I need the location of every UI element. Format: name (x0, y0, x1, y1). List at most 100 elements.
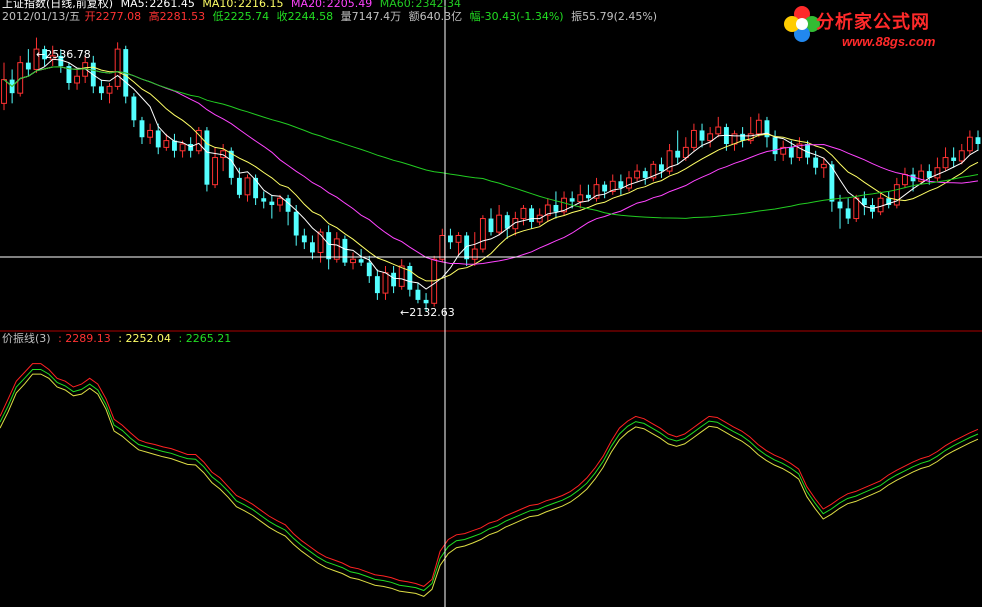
ma10-value: 2216.15 (238, 0, 284, 10)
candle-down (569, 198, 575, 202)
candle-up (966, 136, 973, 152)
candle-down (139, 120, 145, 138)
watermark-logo: 分析家公式网 www.88gs.com (782, 2, 980, 52)
candle-up (520, 207, 527, 220)
candle-down (699, 130, 705, 141)
candle-down (642, 171, 648, 178)
candle-up (626, 177, 632, 189)
candle-up (820, 163, 827, 169)
logo-url: www.88gs.com (842, 34, 936, 49)
candle-down (447, 235, 453, 243)
bar-date: 2012/01/13/五 (2, 10, 81, 23)
candle-down (837, 201, 843, 209)
candle-down (188, 144, 194, 151)
low-label: 低 (212, 10, 224, 23)
candle-up (707, 133, 714, 142)
candle-up (74, 75, 80, 84)
candle-up (471, 248, 478, 260)
candle-up (496, 214, 503, 233)
candle-down (415, 289, 421, 300)
candle-up (690, 129, 697, 148)
header-info-line: 2012/01/13/五 开2277.08 高2281.53 低2225.74 … (2, 11, 661, 23)
candle-down (659, 164, 664, 172)
ma60-label: MA60: (379, 0, 415, 10)
period-label: (日线,前复权) (46, 0, 114, 10)
candle-up (147, 129, 154, 138)
candle-up (439, 235, 446, 260)
candle-down (740, 133, 746, 141)
high-label: 高 (148, 10, 160, 23)
candle-down (236, 177, 242, 195)
candle-up (212, 157, 218, 186)
indicator-name: 价振线(3) (2, 332, 51, 345)
candle-up (179, 143, 186, 152)
amount-value: 640.3亿 (419, 10, 463, 23)
candle-up (577, 194, 584, 203)
candle-up (755, 119, 762, 135)
indicator-value-2: : 2252.04 (118, 332, 171, 345)
candle-down (464, 235, 470, 260)
candle-up (1, 79, 7, 104)
candle-up (634, 170, 641, 179)
indicator-header: 价振线(3) : 2289.13 : 2252.04 : 2265.21 (2, 333, 235, 345)
candle-up (942, 157, 949, 169)
candle-down (772, 137, 778, 155)
candle-down (131, 96, 137, 121)
change-value: -30.43(-1.34%) (480, 10, 564, 23)
ma60-value: 2342.34 (415, 0, 461, 10)
close-label: 收 (276, 10, 288, 23)
candle-down (155, 130, 161, 148)
candle-down (602, 184, 608, 192)
logo-text: 分析家公式网 (816, 12, 930, 33)
change-label: 幅 (469, 10, 481, 23)
candle-down (585, 194, 591, 199)
candle-up (106, 85, 113, 94)
candle-up (455, 235, 462, 243)
indicator-value-1: : 2289.13 (58, 332, 111, 345)
candle-down (301, 235, 307, 243)
candle-down (675, 150, 681, 158)
high-price-mark: ←2536.78 (36, 48, 91, 61)
candle-down (504, 215, 510, 229)
candle-up (350, 258, 356, 264)
open-label: 开 (84, 10, 96, 23)
candle-up (163, 140, 170, 148)
candle-down (172, 140, 177, 151)
candle-down (553, 205, 559, 212)
ma10-label: MA10: (202, 0, 238, 10)
volume-value: 7147.4万 (351, 10, 402, 23)
candle-down (391, 272, 397, 287)
volume-label: 量 (340, 10, 352, 23)
candle-down (253, 177, 259, 199)
candle-up (479, 218, 486, 250)
candle-down (204, 130, 210, 185)
candle-up (114, 48, 121, 87)
candle-up (398, 265, 405, 287)
candle-up (277, 197, 283, 206)
candle-down (951, 157, 957, 161)
candle-down (845, 208, 851, 219)
open-value: 2277.08 (95, 10, 142, 23)
candle-down (261, 198, 267, 202)
candle-up (853, 197, 860, 220)
candle-down (342, 238, 348, 263)
candle-down (309, 242, 315, 253)
ma5-value: 2261.45 (149, 0, 195, 10)
candle-down (529, 208, 535, 222)
candle-down (98, 86, 104, 94)
candle-up (877, 197, 884, 213)
index-name: 上证指数 (2, 0, 46, 10)
candle-down (488, 218, 494, 233)
ma5-label: MA5: (120, 0, 149, 10)
indicator-value-3: : 2265.21 (178, 332, 232, 345)
amplitude-value: 55.79(2.45%) (582, 10, 658, 23)
candle-down (293, 211, 299, 236)
ma20-value: 2205.49 (326, 0, 373, 10)
candle-down (366, 262, 372, 277)
candle-down (618, 181, 624, 189)
candle-down (788, 147, 794, 158)
candle-down (326, 232, 332, 260)
close-value: 2244.58 (287, 10, 334, 23)
candle-up (682, 146, 689, 159)
candle-up (333, 238, 340, 260)
